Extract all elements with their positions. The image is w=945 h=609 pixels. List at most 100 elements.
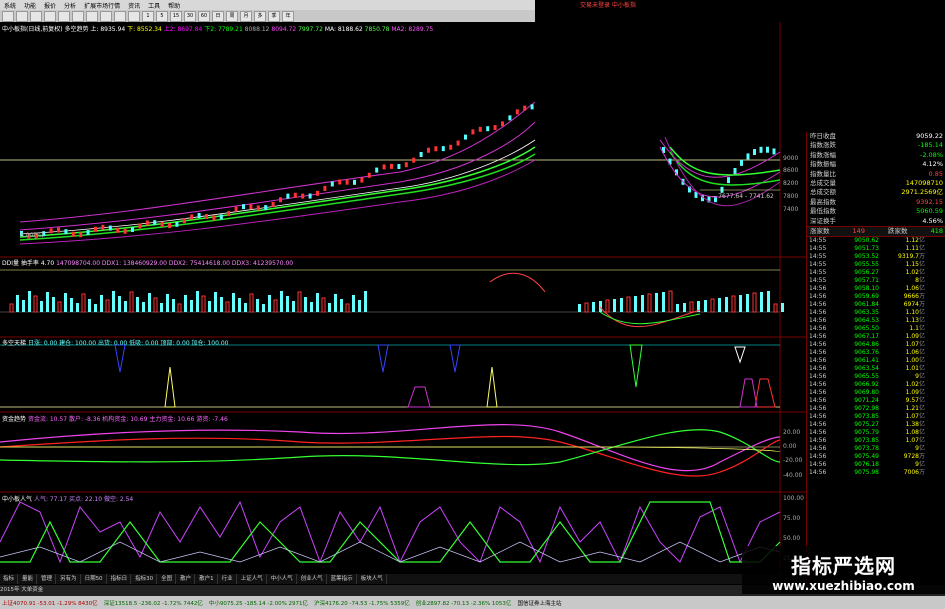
volume-bar bbox=[208, 301, 211, 312]
volume-bar bbox=[676, 304, 679, 312]
menu-item[interactable]: 系统 bbox=[0, 1, 20, 10]
indicator-tab[interactable]: 上证人气 bbox=[238, 574, 267, 584]
toolbar-icon[interactable] bbox=[2, 10, 14, 22]
quote-label: 指数涨幅 bbox=[810, 150, 836, 159]
volume-bar bbox=[316, 293, 319, 312]
indicator-tab[interactable]: 指标30 bbox=[132, 574, 158, 584]
period-button[interactable]: 30 bbox=[184, 10, 196, 22]
period-button[interactable]: 多 bbox=[254, 10, 266, 22]
candle bbox=[530, 104, 534, 110]
toolbar-icon[interactable] bbox=[44, 10, 56, 22]
toolbar-icon[interactable] bbox=[128, 10, 140, 22]
status-item: 上证4070.91 -53.01 -1.29% 8430亿 bbox=[2, 600, 98, 607]
status-item: 中小9075.25 -185.14 -2.00% 2971亿 bbox=[208, 600, 309, 607]
tick-time: 14:56 bbox=[809, 309, 827, 317]
period-button[interactable]: 60 bbox=[198, 10, 210, 22]
menu-item[interactable]: 工具 bbox=[144, 1, 164, 10]
period-button[interactable]: 15 bbox=[170, 10, 182, 22]
toolbar-icon[interactable] bbox=[16, 10, 28, 22]
candle bbox=[471, 129, 475, 135]
indicator-tab[interactable]: 创业人气 bbox=[298, 574, 327, 584]
candle bbox=[145, 220, 149, 226]
menu-item[interactable]: 分析 bbox=[60, 1, 80, 10]
toolbar-icon[interactable] bbox=[100, 10, 112, 22]
volume-bar bbox=[28, 291, 31, 312]
indicator-tab[interactable]: 管理 bbox=[38, 574, 57, 584]
menu-item[interactable]: 帮助 bbox=[164, 1, 184, 10]
indicator-tab[interactable]: 指标 bbox=[0, 574, 19, 584]
candle bbox=[464, 134, 467, 140]
tick-row: 14:56 9073.78 9 亿 bbox=[807, 445, 945, 453]
indicator-tab[interactable]: 全图 bbox=[158, 574, 177, 584]
tick-price: 9075.27 bbox=[854, 421, 879, 429]
candle bbox=[412, 157, 416, 163]
period-button[interactable]: 周 bbox=[226, 10, 238, 22]
volume-bar bbox=[262, 304, 265, 312]
indicator-tab[interactable]: 中小人气 bbox=[268, 574, 297, 584]
toolbar-icon[interactable] bbox=[72, 10, 84, 22]
tick-time: 14:55 bbox=[809, 237, 827, 245]
volume-bar bbox=[334, 294, 337, 312]
candle bbox=[523, 105, 527, 111]
menu-bar: 系统 功能 报价 分析 扩展市场行情 资讯 工具 帮助 bbox=[0, 0, 535, 10]
indicator-tab[interactable]: 日期50 bbox=[82, 574, 107, 584]
tick-time: 14:56 bbox=[809, 405, 827, 413]
menu-item[interactable]: 扩展市场行情 bbox=[80, 1, 124, 10]
menu-item[interactable]: 资讯 bbox=[124, 1, 144, 10]
indicator-tab[interactable]: 指标日 bbox=[108, 574, 132, 584]
indicator-tab[interactable]: 散户1 bbox=[196, 574, 218, 584]
tick-volume: 1.10 bbox=[905, 309, 919, 317]
period-button[interactable]: 季 bbox=[268, 10, 280, 22]
svg-text:0.00: 0.00 bbox=[783, 443, 797, 450]
period-button[interactable]: 日 bbox=[212, 10, 224, 22]
menu-item[interactable]: 报价 bbox=[40, 1, 60, 10]
tick-row: 14:56 9059.69 9666 万 bbox=[807, 293, 945, 301]
volume-bar bbox=[613, 299, 616, 312]
tick-time: 14:56 bbox=[809, 453, 827, 461]
main-chart-title: 中小板指(日线,前复权) 多空趋势 上: 8935.94 下: 8552.34 … bbox=[2, 26, 434, 33]
indicator-tab[interactable]: 另有为 bbox=[57, 574, 81, 584]
quote-value: 0.85 bbox=[928, 169, 943, 178]
ma-label: 上: 8935.94 bbox=[90, 26, 128, 33]
chart-area[interactable]: -- 7677.64 - 7741.62 8.00(%) 9000 8600 8… bbox=[0, 22, 806, 574]
menu-item[interactable]: 功能 bbox=[20, 1, 40, 10]
volume-bar bbox=[655, 293, 658, 312]
tick-volume: 9 bbox=[915, 445, 919, 453]
candle bbox=[434, 146, 438, 152]
toolbar-icon[interactable] bbox=[114, 10, 126, 22]
svg-text:50.00: 50.00 bbox=[783, 535, 800, 542]
toolbar-icon[interactable] bbox=[30, 10, 42, 22]
period-button[interactable]: 月 bbox=[240, 10, 252, 22]
candle bbox=[190, 214, 194, 220]
tick-time: 14:55 bbox=[809, 253, 827, 261]
candle bbox=[212, 215, 216, 221]
tick-price: 9075.79 bbox=[854, 429, 879, 437]
watermark: 指标严选网 www.xuezhibiao.com bbox=[742, 546, 945, 594]
status-item: 国信证券上海主站 bbox=[517, 600, 562, 607]
toolbar-icon[interactable] bbox=[86, 10, 98, 22]
candle bbox=[740, 159, 743, 166]
candle bbox=[301, 193, 305, 199]
toolbar-icon[interactable] bbox=[58, 10, 70, 22]
indicator-tab[interactable]: 量能 bbox=[19, 574, 38, 584]
quote-row: 指数振幅 4.12% bbox=[807, 160, 945, 169]
candle bbox=[94, 226, 97, 232]
tick-price: 9053.52 bbox=[854, 253, 879, 261]
period-button[interactable]: 1 bbox=[142, 10, 154, 22]
volume-bar bbox=[94, 304, 97, 312]
indicator-title-ladder: 多空天梯 日涨: 0.00 建仓: 100.00 出货: 0.00 低吸: 0.… bbox=[2, 340, 229, 347]
tick-volume: 9666 bbox=[903, 293, 919, 301]
ma-label: MA: 8188.62 bbox=[324, 26, 365, 33]
ma-label: 7997.72 bbox=[298, 26, 325, 33]
indicator-tab[interactable]: 板块人气 bbox=[358, 574, 387, 584]
tick-time: 14:56 bbox=[809, 285, 827, 293]
indicator-tab[interactable]: 散户 bbox=[177, 574, 196, 584]
quote-row: 指数涨幅 -2.08% bbox=[807, 151, 945, 160]
tick-price: 9063.76 bbox=[854, 349, 879, 357]
indicator-tab[interactable]: 行业 bbox=[219, 574, 237, 584]
period-button[interactable]: 年 bbox=[282, 10, 294, 22]
indicator-tab[interactable]: 蓝筹指示 bbox=[328, 574, 357, 584]
period-button[interactable]: 5 bbox=[156, 10, 168, 22]
candle bbox=[375, 167, 379, 173]
candle bbox=[279, 197, 282, 203]
